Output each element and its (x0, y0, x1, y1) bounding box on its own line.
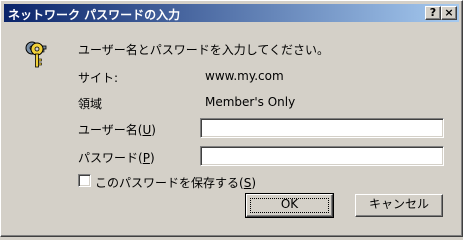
password-label: パスワード(P) (78, 151, 155, 165)
save-password-label[interactable]: このパスワードを保存する(S) (95, 174, 256, 191)
title-bar[interactable]: ネットワーク パスワードの入力 ? × (4, 4, 459, 22)
username-label: ユーザー名(U) (78, 123, 156, 137)
window-title: ネットワーク パスワードの入力 (8, 8, 181, 22)
prompt-text: ユーザー名とパスワードを入力してください。 (78, 43, 330, 57)
cancel-button[interactable]: キャンセル (355, 194, 443, 217)
save-password-checkbox[interactable] (78, 174, 91, 187)
realm-label: 領域 (78, 97, 103, 111)
ok-button[interactable]: OK (245, 193, 334, 218)
username-field[interactable] (200, 118, 444, 138)
network-password-dialog: ネットワーク パスワードの入力 ? × ユーザー名とパスワードを入力してください… (0, 0, 463, 237)
close-button[interactable]: × (441, 6, 457, 20)
help-button[interactable]: ? (425, 6, 441, 20)
password-field[interactable] (200, 146, 444, 166)
keys-icon (25, 41, 47, 68)
site-label: サイト: (78, 71, 119, 85)
site-value: www.my.com (205, 69, 284, 83)
realm-value: Member's Only (205, 95, 296, 109)
